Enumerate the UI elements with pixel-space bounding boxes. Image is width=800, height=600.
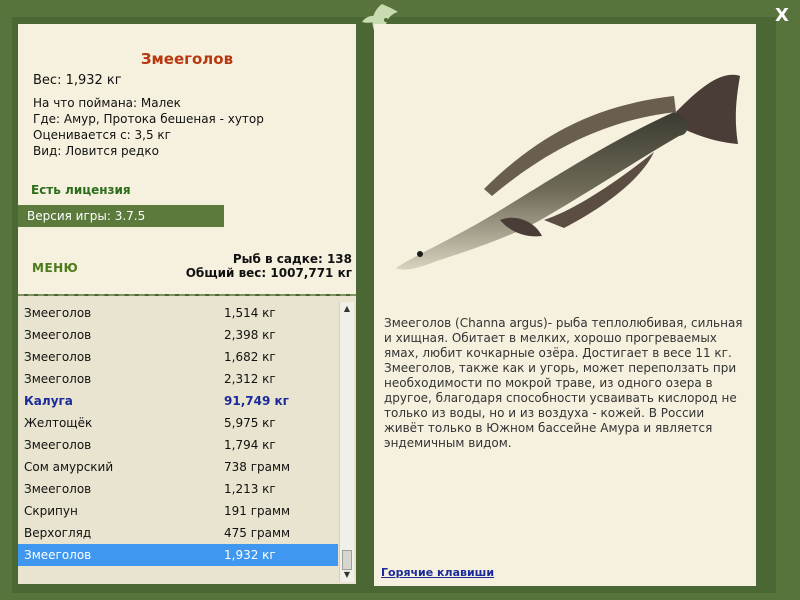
catch-list-row[interactable]: Скрипун 191 грамм [18, 500, 338, 522]
catch-fish-weight: 1,932 кг [224, 548, 276, 562]
version-bar: Версия игры: 3.7.5 [18, 205, 224, 227]
catch-list-row[interactable]: Змееголов 1,514 кг [18, 302, 338, 324]
catch-list-row[interactable]: Калуга 91,749 кг [18, 390, 338, 412]
catch-fish-name: Скрипун [24, 504, 78, 518]
catch-fish-weight: 5,975 кг [224, 416, 276, 430]
fish-info-panel: Змееголов Вес: 1,932 кг На что поймана: … [18, 24, 356, 296]
catch-fish-weight: 2,312 кг [224, 372, 276, 386]
catch-fish-name: Змееголов [24, 328, 92, 342]
catch-fish-name: Змееголов [24, 548, 92, 562]
hotkeys-link[interactable]: Горячие клавиши [381, 566, 494, 579]
catch-list-row[interactable]: Змееголов 1,682 кг [18, 346, 338, 368]
total-weight: Общий вес: 1007,771 кг [185, 266, 352, 280]
catch-fish-name: Змееголов [24, 438, 92, 452]
catch-fish-weight: 2,398 кг [224, 328, 276, 342]
catch-list-row[interactable]: Желтощёк 5,975 кг [18, 412, 338, 434]
catch-fish-name: Калуга [24, 394, 73, 408]
catch-fish-weight: 1,213 кг [224, 482, 276, 496]
catch-fish-weight: 91,749 кг [224, 394, 289, 408]
fish-title: Змееголов [140, 50, 234, 68]
fish-details: На что поймана: Малек Где: Амур, Протока… [33, 95, 264, 159]
fish-bait: На что поймана: Малек [33, 96, 181, 110]
catch-list-row[interactable]: Сом амурский 738 грамм [18, 456, 338, 478]
catch-list-row[interactable]: Змееголов 1,932 кг [18, 544, 338, 566]
catch-fish-weight: 738 грамм [224, 460, 291, 474]
catch-fish-name: Желтощёк [24, 416, 93, 430]
fish-value: Оценивается с: 3,5 кг [33, 128, 171, 142]
scroll-up-icon[interactable]: ▲ [340, 302, 354, 316]
catch-list-panel: Змееголов 1,514 кг Змееголов 2,398 кг Змеего… [18, 296, 356, 584]
scroll-thumb[interactable] [342, 550, 352, 570]
menu-button[interactable]: МЕНЮ [32, 261, 78, 275]
catch-fish-weight: 1,794 кг [224, 438, 276, 452]
catch-list-row[interactable]: Змееголов 2,398 кг [18, 324, 338, 346]
close-button[interactable]: X [772, 6, 792, 26]
catch-list[interactable]: Змееголов 1,514 кг Змееголов 2,398 кг Змеего… [18, 302, 338, 566]
catch-list-row[interactable]: Змееголов 1,213 кг [18, 478, 338, 500]
catch-list-row[interactable]: Змееголов 2,312 кг [18, 368, 338, 390]
catch-list-row[interactable]: Верхогляд 475 грамм [18, 522, 338, 544]
catch-fish-name: Верхогляд [24, 526, 92, 540]
fish-location: Где: Амур, Протока бешеная - хутор [33, 112, 264, 126]
fish-detail-panel: Змееголов (Channa argus)- рыба теплолюби… [374, 24, 756, 586]
catch-fish-name: Змееголов [24, 350, 92, 364]
list-scrollbar[interactable]: ▲ ▼ [339, 302, 354, 582]
catch-fish-name: Змееголов [24, 306, 92, 320]
catch-fish-weight: 1,682 кг [224, 350, 276, 364]
cage-stats: Рыб в садке: 138 Общий вес: 1007,771 кг [186, 252, 352, 280]
catch-fish-name: Змееголов [24, 482, 92, 496]
catch-list-row[interactable]: Змееголов 1,794 кг [18, 434, 338, 456]
fish-description: Змееголов (Channa argus)- рыба теплолюби… [384, 316, 743, 450]
fish-image [396, 74, 740, 270]
fish-kind: Вид: Ловится редко [33, 144, 159, 158]
scroll-down-icon[interactable]: ▼ [340, 568, 354, 582]
license-status: Есть лицензия [31, 183, 131, 197]
catch-fish-name: Змееголов [24, 372, 92, 386]
catch-fish-name: Сом амурский [24, 460, 114, 474]
fish-weight: Вес: 1,932 кг [33, 73, 122, 88]
fish-count: Рыб в садке: 138 [232, 252, 352, 266]
catch-fish-weight: 191 грамм [224, 504, 291, 518]
catch-fish-weight: 1,514 кг [224, 306, 276, 320]
catch-fish-weight: 475 грамм [224, 526, 291, 540]
